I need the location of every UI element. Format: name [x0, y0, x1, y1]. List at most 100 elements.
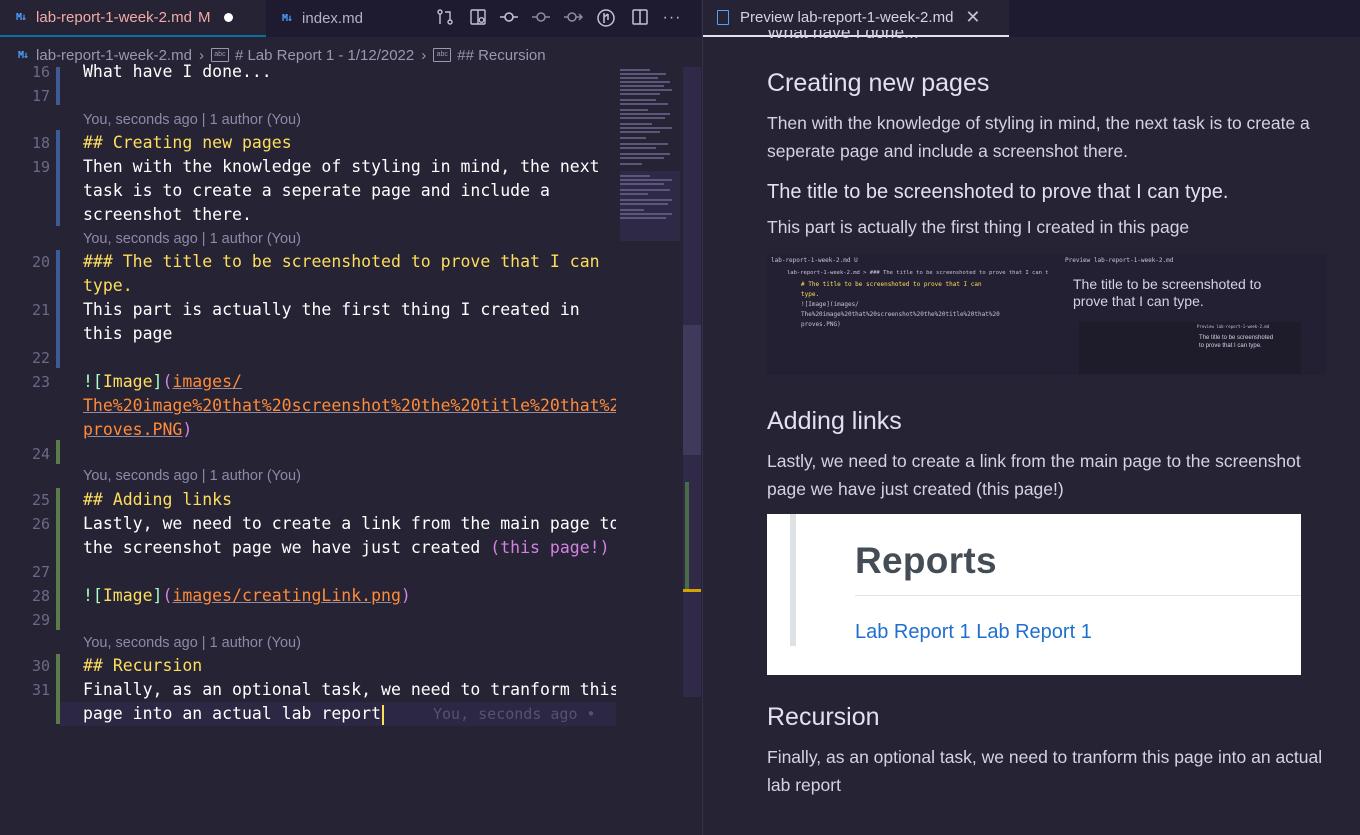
open-preview-icon[interactable]: [468, 8, 488, 28]
git-gutter-added: [56, 440, 60, 464]
code-paren-text: (this page!): [490, 538, 610, 557]
heading-marker: ##: [83, 656, 113, 675]
tab-label: index.md: [302, 10, 363, 27]
tab-lab-report[interactable]: M↓ lab-report-1-week-2.md M: [0, 0, 266, 37]
code-line: ## Adding links: [83, 488, 232, 512]
modified-indicator: M: [197, 9, 211, 26]
timeline-icon[interactable]: [499, 8, 519, 28]
git-gutter-modified: [56, 250, 60, 368]
minimap[interactable]: [616, 67, 682, 787]
heading-marker: ###: [83, 252, 123, 271]
preview-paragraph: Then with the knowledge of styling in mi…: [767, 113, 1310, 161]
next-change-icon[interactable]: [563, 8, 584, 28]
markdown-icon: M↓: [282, 13, 293, 24]
preview-heading: Creating new pages: [767, 69, 990, 97]
markdown-icon: M↓: [18, 49, 29, 61]
git-history-icon[interactable]: [596, 8, 616, 28]
symbol-string-icon: abc: [433, 48, 452, 62]
code-line-wrap: The%20image%20that%20screenshot%20the%20…: [83, 394, 629, 418]
git-gutter-added: [56, 488, 60, 630]
line-number: 24: [31, 445, 50, 463]
split-editor-icon[interactable]: [630, 8, 650, 28]
line-number: 23: [31, 373, 50, 391]
code-line: What have I done...: [83, 62, 272, 81]
screenshot-tab-label: Preview lab-report-1-week-2.md: [1065, 257, 1174, 264]
reports-link: Lab Report 1 Lab Report 1: [855, 621, 1092, 643]
scrollbar-thumb[interactable]: [683, 325, 701, 455]
line-number: 17: [31, 87, 50, 105]
heading-text: The title to be screenshoted to prove th…: [122, 252, 600, 271]
image-link[interactable]: proves.PNG: [83, 420, 182, 439]
line-number: 19: [31, 158, 50, 176]
screenshot-code: # The title to be screenshoted to prove …: [801, 281, 982, 288]
code-line-wrap: task is to create a seperate page and in…: [83, 181, 550, 200]
editor-tab-bar: M↓ lab-report-1-week-2.md M M↓ index.md: [0, 0, 701, 37]
image-alt-text: Image: [102, 372, 153, 391]
heading-text: Adding links: [112, 490, 233, 509]
git-blame-codelens[interactable]: You, seconds ago | 1 author (You): [83, 466, 301, 486]
more-actions-icon[interactable]: ···: [662, 8, 682, 28]
reports-title: Reports: [855, 540, 997, 581]
git-blame-codelens[interactable]: You, seconds ago | 1 author (You): [83, 110, 301, 130]
git-blame-codelens[interactable]: You, seconds ago | 1 author (You): [83, 633, 301, 653]
screenshot-code: type.: [801, 291, 820, 298]
image-link[interactable]: The%20image%20that%20screenshot%20the%20…: [83, 396, 629, 415]
code-line: ![Image](images/: [83, 372, 242, 391]
line-number: 25: [31, 491, 50, 509]
unsaved-dot-icon[interactable]: [224, 13, 234, 22]
screenshot-preview-title: The title to be screenshoted to prove th…: [1199, 335, 1274, 349]
preview-paragraph: Finally, as an optional task, we need to…: [767, 747, 1323, 795]
image-link[interactable]: images/creatingLink.png: [172, 586, 400, 605]
preview-image-title-screenshot: lab-report-1-week-2.md U lab-report-1-we…: [767, 254, 1327, 375]
line-number: 29: [31, 611, 50, 629]
tab-label: Preview lab-report-1-week-2.md: [740, 9, 954, 26]
preview-image-reports-screenshot: Reports Lab Report 1 Lab Report 1: [767, 514, 1301, 675]
line-number: 31: [31, 681, 50, 699]
preview-heading: Adding links: [767, 407, 902, 435]
breadcrumb-heading-2[interactable]: ## Recursion: [457, 47, 545, 64]
inline-blame: You, seconds ago •: [433, 705, 596, 723]
text-cursor: [382, 704, 385, 725]
code-line: Finally, as an optional task, we need to…: [83, 680, 620, 699]
code-line: ## Recursion: [83, 654, 202, 678]
divider: [855, 595, 1301, 596]
code-line: ## Creating new pages: [83, 131, 292, 155]
line-number: 18: [31, 134, 50, 152]
git-blame-codelens[interactable]: You, seconds ago | 1 author (You): [83, 229, 301, 249]
code-line-wrap: screenshot there.: [83, 205, 252, 224]
markdown-icon: M↓: [16, 12, 27, 23]
git-compare-icon[interactable]: [435, 8, 455, 28]
heading-marker: ##: [83, 490, 113, 509]
line-number: 22: [31, 349, 50, 367]
preview-heading: The title to be screenshoted to prove th…: [767, 181, 1229, 203]
image-link[interactable]: images/: [172, 372, 242, 391]
code-line: Then with the knowledge of styling in mi…: [83, 157, 600, 176]
scrollbar-cursor-marker: [683, 589, 701, 592]
git-gutter-modified: [56, 130, 60, 226]
line-number: 26: [31, 515, 50, 533]
screenshot-tab-label: Preview lab-report-1-week-2.md: [1197, 324, 1270, 329]
code-text: the screenshot page we have just created: [83, 538, 491, 557]
heading-text: Recursion: [112, 656, 203, 675]
code-line-wrap: this page: [83, 324, 173, 343]
screenshot-tab-label: lab-report-1-week-2.md U: [771, 257, 858, 264]
editor-pane: M↓ lab-report-1-week-2.md M M↓ index.md: [0, 0, 701, 835]
previous-change-icon[interactable]: [531, 8, 551, 28]
close-icon[interactable]: ✕: [965, 7, 980, 28]
preview-heading: Recursion: [767, 703, 880, 731]
code-line: ![Image](images/creatingLink.png): [83, 586, 411, 605]
tab-index[interactable]: M↓ index.md: [266, 0, 442, 37]
chevron-right-icon: ›: [421, 46, 427, 64]
nested-screenshot: Preview lab-report-1-week-2.md The title…: [1079, 322, 1301, 374]
screenshot-code: The%20image%20that%20screenshot%20the%20…: [801, 311, 1000, 318]
git-gutter-modified: [56, 67, 60, 105]
line-number: 20: [31, 253, 50, 271]
code-line-wrap: proves.PNG): [83, 420, 193, 439]
heading-text: Creating new pages: [112, 133, 292, 152]
line-number: 27: [31, 563, 50, 581]
blockquote-bar: [790, 514, 796, 646]
line-number: 16: [31, 63, 50, 81]
code-line: This part is actually the first thing I …: [83, 300, 580, 319]
screenshot-preview-side: Preview lab-report-1-week-2.md The title…: [1049, 254, 1327, 375]
line-number: 21: [31, 301, 50, 319]
